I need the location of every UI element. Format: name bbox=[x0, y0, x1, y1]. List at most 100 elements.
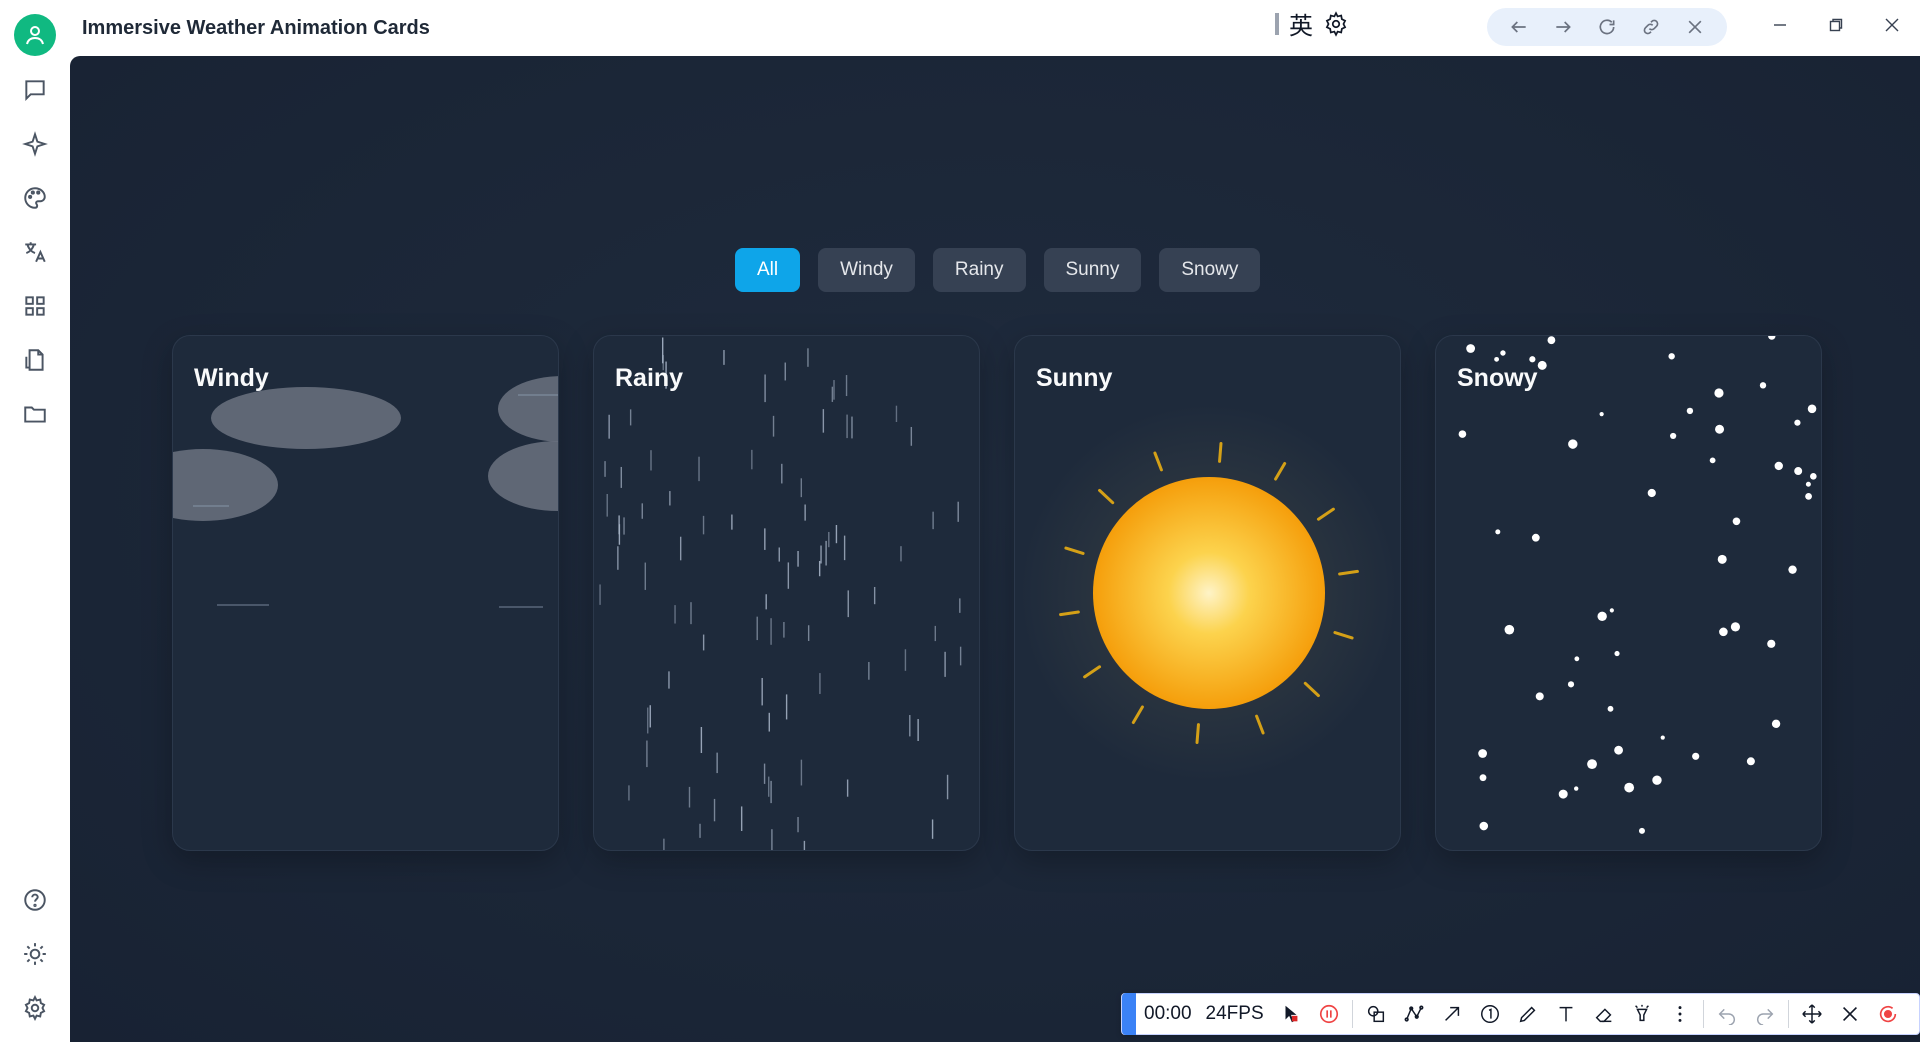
more-vertical-icon bbox=[1678, 1006, 1682, 1022]
window-controls bbox=[1752, 0, 1920, 50]
snowflake bbox=[1647, 488, 1656, 498]
snowflake bbox=[1805, 492, 1812, 500]
snowflake bbox=[1788, 565, 1797, 574]
polyline-tool-button[interactable] bbox=[1395, 995, 1433, 1033]
more-options-button[interactable] bbox=[1661, 995, 1699, 1033]
snowflake bbox=[1794, 419, 1801, 426]
help-icon bbox=[24, 889, 46, 911]
back-button[interactable] bbox=[1506, 14, 1532, 40]
close-icon bbox=[1688, 20, 1702, 34]
minimize-button[interactable] bbox=[1752, 0, 1808, 50]
pen-tool-button[interactable] bbox=[1509, 995, 1547, 1033]
sidebar-item-help[interactable] bbox=[15, 880, 55, 920]
card-snowy[interactable]: Snowy bbox=[1435, 335, 1822, 851]
restore-button[interactable] bbox=[1808, 0, 1864, 50]
stop-recording-button[interactable] bbox=[1869, 995, 1907, 1033]
window-title: Immersive Weather Animation Cards bbox=[82, 16, 430, 39]
palette-icon bbox=[24, 187, 46, 209]
snowflake bbox=[1574, 786, 1579, 791]
toolbar-separator bbox=[1702, 1000, 1704, 1028]
filter-all[interactable]: All bbox=[735, 248, 801, 292]
ime-language-toggle[interactable]: 英 bbox=[1289, 6, 1313, 41]
theme-sun-icon bbox=[24, 943, 46, 965]
close-toolbar-button[interactable] bbox=[1831, 995, 1869, 1033]
snowflake bbox=[1715, 424, 1725, 434]
recording-fps[interactable]: 24FPS bbox=[1206, 1003, 1264, 1025]
snowflake bbox=[1768, 336, 1776, 340]
link-icon bbox=[1643, 19, 1659, 35]
snowflake bbox=[1494, 356, 1499, 362]
filter-sunny[interactable]: Sunny bbox=[1043, 248, 1142, 292]
filter-windy[interactable]: Windy bbox=[818, 248, 915, 292]
undo-button[interactable] bbox=[1708, 995, 1746, 1033]
snowflake bbox=[1719, 627, 1728, 637]
snowflake bbox=[1587, 759, 1597, 770]
rainy-scene bbox=[599, 337, 962, 850]
spotlight-tool-button[interactable] bbox=[1623, 995, 1661, 1033]
close-page-button[interactable] bbox=[1682, 14, 1708, 40]
sidebar-item-documents[interactable] bbox=[15, 340, 55, 380]
ime-drag-handle[interactable] bbox=[1275, 12, 1279, 35]
snowflake bbox=[1686, 407, 1694, 415]
snowflake bbox=[1574, 656, 1580, 662]
cursor-toggle-button[interactable] bbox=[1272, 995, 1310, 1033]
snowflake bbox=[1730, 622, 1741, 632]
sidebar-item-theme[interactable] bbox=[15, 934, 55, 974]
snowflake bbox=[1714, 388, 1724, 398]
number-marker-icon bbox=[1480, 1005, 1499, 1023]
sparkle-icon bbox=[22, 131, 48, 157]
cloud bbox=[173, 449, 278, 521]
forward-button[interactable] bbox=[1550, 14, 1576, 40]
arrow-left-icon bbox=[1511, 21, 1526, 33]
snowflake bbox=[1495, 529, 1501, 535]
refresh-icon bbox=[1599, 19, 1615, 35]
sidebar-item-folder[interactable] bbox=[15, 394, 55, 434]
move-toolbar-button[interactable] bbox=[1793, 995, 1831, 1033]
snowflake bbox=[1717, 554, 1727, 564]
snowflake bbox=[1479, 774, 1487, 782]
cloud bbox=[488, 441, 558, 511]
eraser-icon bbox=[1595, 1008, 1612, 1023]
sidebar-item-ai[interactable] bbox=[15, 124, 55, 164]
filter-rainy[interactable]: Rainy bbox=[932, 248, 1026, 292]
snowflake bbox=[1568, 439, 1578, 449]
snowflake bbox=[1458, 430, 1467, 438]
avatar[interactable] bbox=[14, 14, 56, 56]
eraser-tool-button[interactable] bbox=[1585, 995, 1623, 1033]
shape-tool-button[interactable] bbox=[1357, 995, 1395, 1033]
arrow-tool-button[interactable] bbox=[1433, 995, 1471, 1033]
ime-settings-icon[interactable] bbox=[1323, 10, 1349, 37]
sidebar-item-apps[interactable] bbox=[15, 286, 55, 326]
sidebar-item-translate[interactable] bbox=[15, 232, 55, 272]
text-tool-button[interactable] bbox=[1547, 995, 1585, 1033]
number-tool-button[interactable] bbox=[1471, 995, 1509, 1033]
chat-icon bbox=[25, 80, 45, 102]
sidebar-item-chat[interactable] bbox=[15, 70, 55, 110]
card-windy[interactable]: Windy bbox=[172, 335, 559, 851]
pause-recording-button[interactable] bbox=[1310, 995, 1348, 1033]
recording-drag-handle[interactable] bbox=[1122, 993, 1136, 1035]
redo-button[interactable] bbox=[1746, 995, 1784, 1033]
snowflake bbox=[1767, 639, 1776, 648]
reload-button[interactable] bbox=[1594, 14, 1620, 40]
filter-snowy[interactable]: Snowy bbox=[1159, 248, 1261, 292]
toolbar-separator bbox=[1787, 1000, 1789, 1028]
undo-icon bbox=[1718, 1008, 1735, 1025]
sidebar-item-settings[interactable] bbox=[15, 988, 55, 1028]
snowflake bbox=[1535, 692, 1544, 701]
app-window: Immersive Weather Animation Cards 英 All … bbox=[0, 0, 1920, 1042]
sidebar-item-palette[interactable] bbox=[15, 178, 55, 218]
snowflake bbox=[1709, 457, 1716, 464]
windy-scene bbox=[173, 376, 558, 608]
close-window-button[interactable] bbox=[1864, 0, 1920, 50]
card-title: Rainy bbox=[615, 364, 684, 392]
card-sunny[interactable]: Sunny bbox=[1014, 335, 1401, 851]
card-rainy[interactable]: Rainy bbox=[593, 335, 980, 851]
snowflake bbox=[1807, 404, 1817, 414]
snowflake bbox=[1670, 432, 1677, 440]
snowy-scene bbox=[1458, 336, 1817, 834]
snowflake bbox=[1531, 533, 1540, 542]
snowflake bbox=[1599, 412, 1604, 417]
toolbar-separator bbox=[1351, 1000, 1353, 1028]
copy-link-button[interactable] bbox=[1638, 14, 1664, 40]
